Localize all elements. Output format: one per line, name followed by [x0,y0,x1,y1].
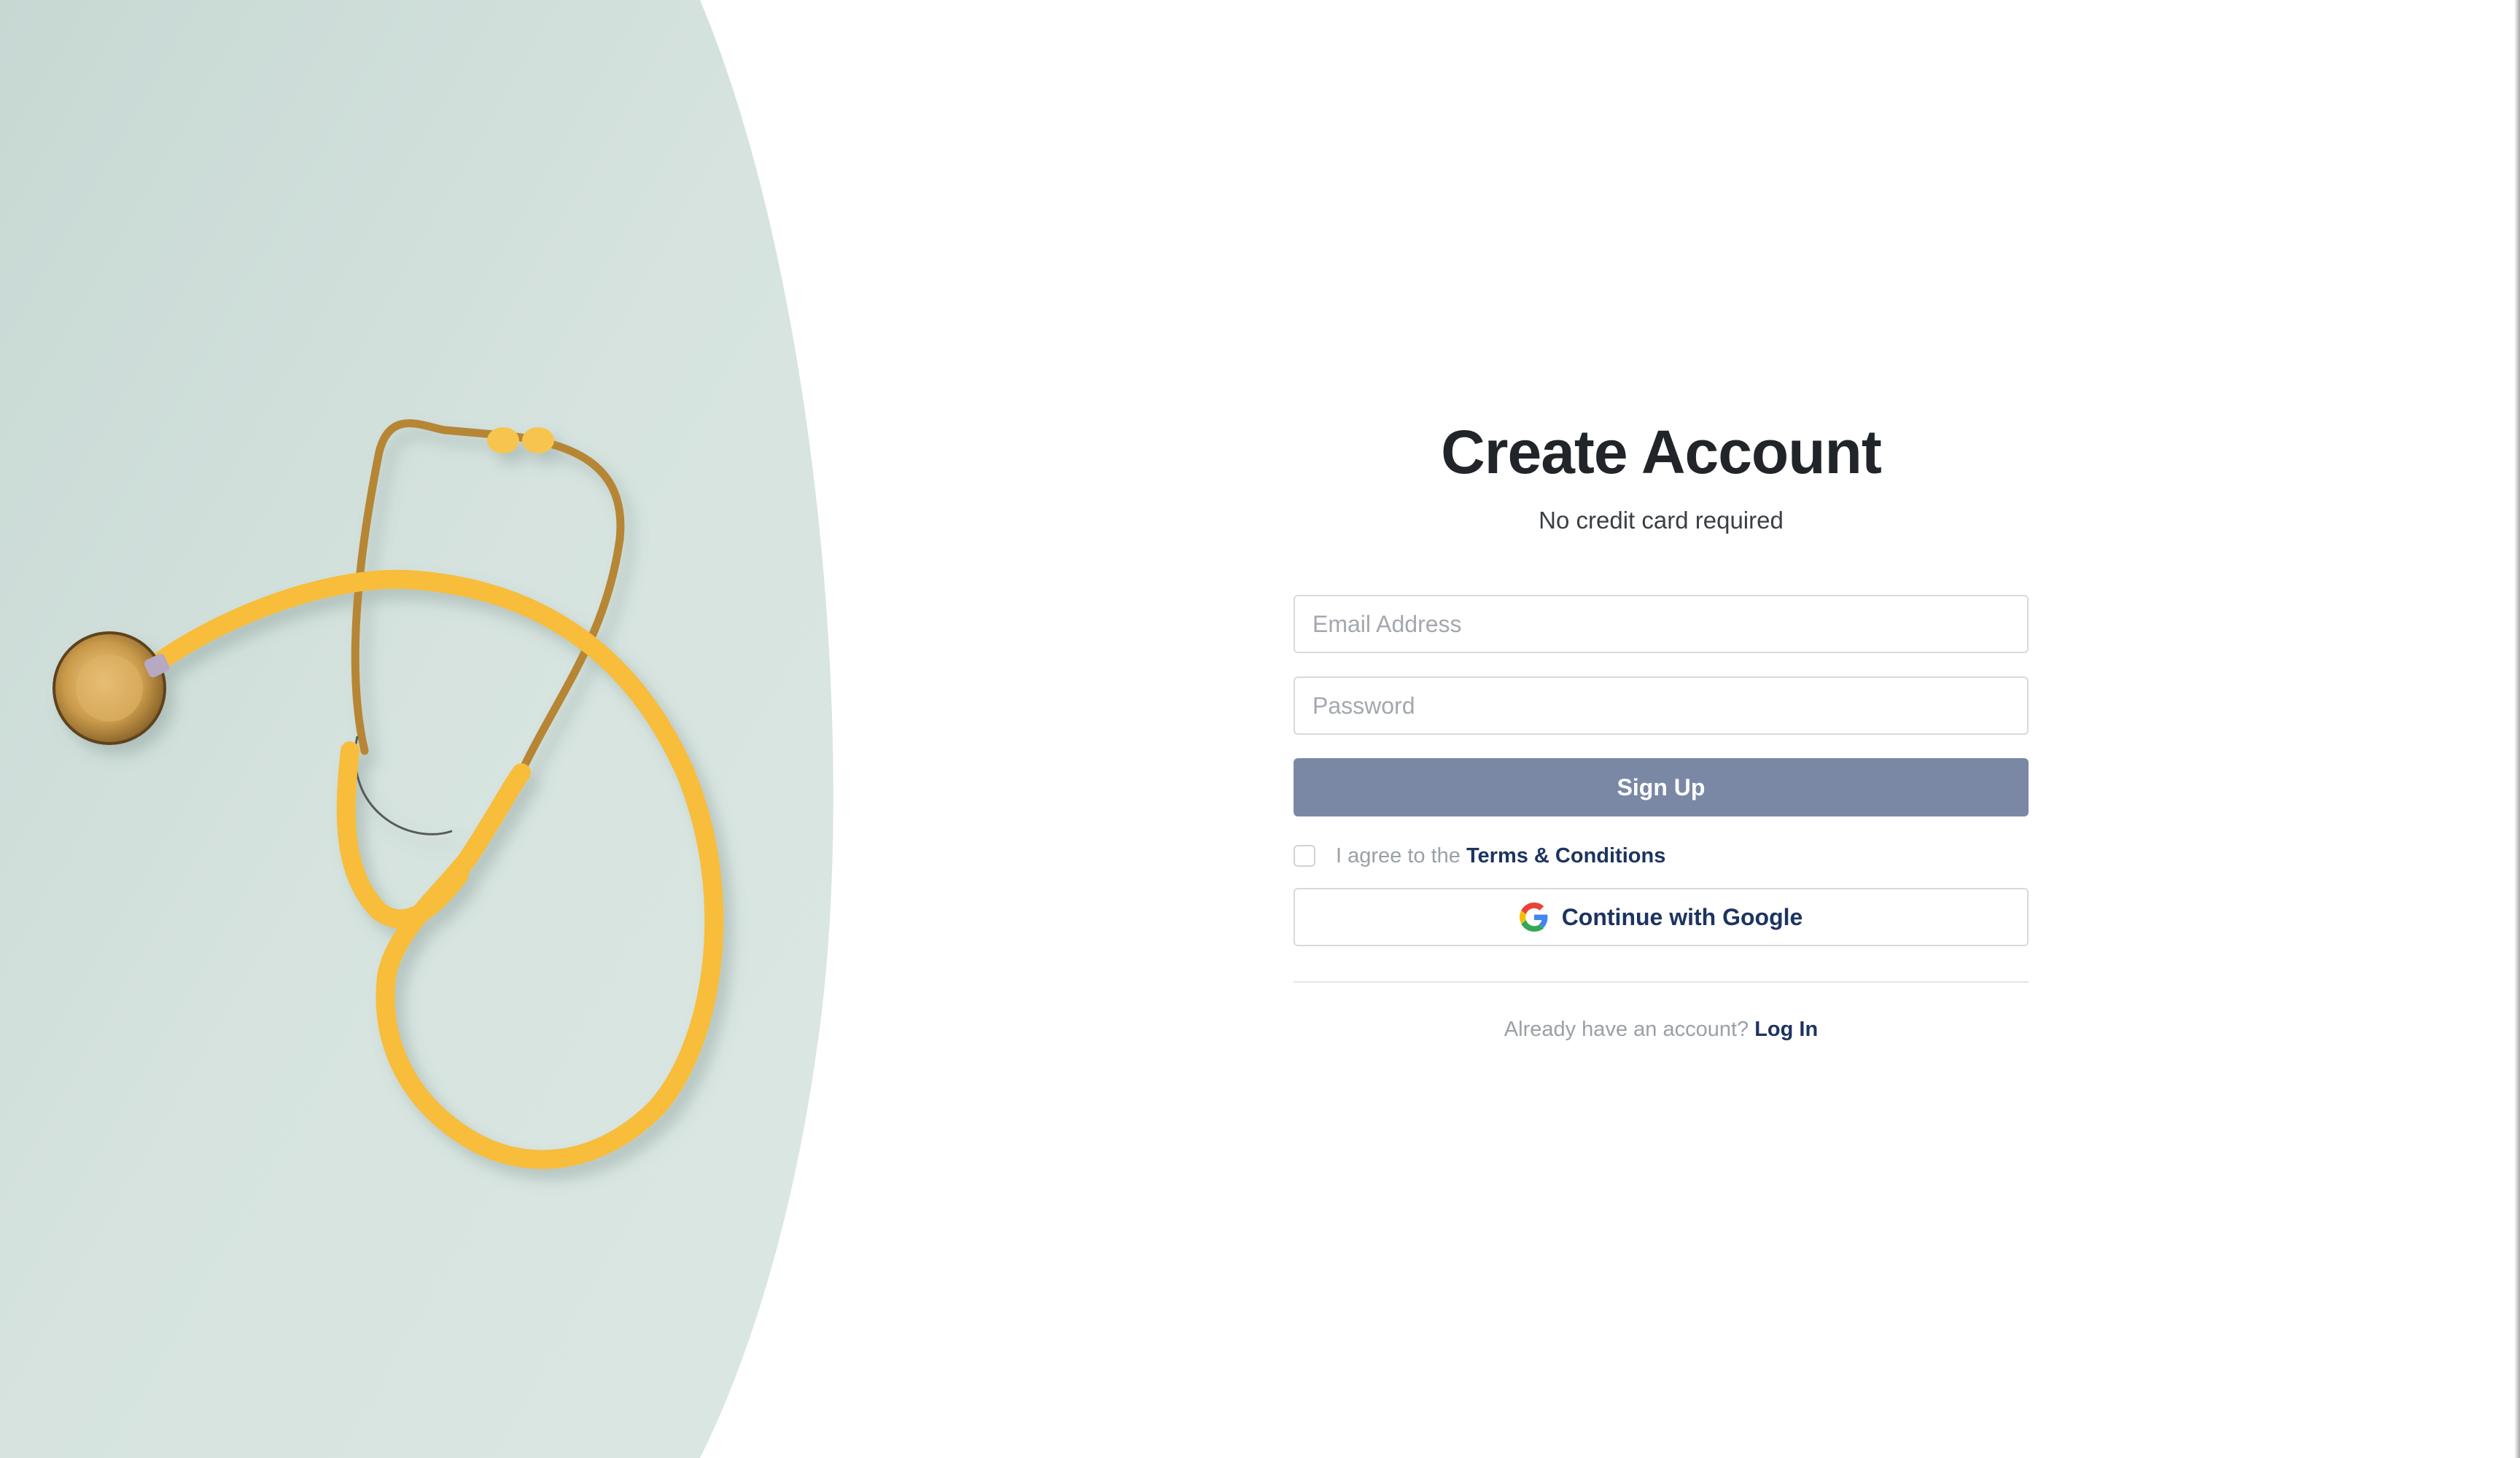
password-field[interactable] [1294,677,2029,735]
sign-up-button[interactable]: Sign Up [1294,758,2029,816]
login-prompt-text: Already have an account? [1504,1018,1749,1041]
page-subtitle: No credit card required [1539,507,1784,534]
terms-checkbox[interactable] [1294,845,1315,867]
terms-prefix: I agree to the [1336,843,1466,868]
page-title: Create Account [1441,418,1882,486]
terms-label: I agree to the Terms & Conditions [1336,844,1665,868]
divider [1294,981,2029,983]
google-button-label: Continue with Google [1561,903,1803,930]
google-icon [1519,903,1548,932]
email-field[interactable] [1294,595,2029,653]
stethoscope-image [0,0,833,1458]
hero-panel [0,0,846,1458]
terms-link[interactable]: Terms & Conditions [1466,844,1665,868]
terms-row: I agree to the Terms & Conditions [1294,841,2029,870]
window-edge-shadow [2514,0,2520,1458]
signup-form: Create Account No credit card required S… [1294,408,2029,1042]
google-signin-button[interactable]: Continue with Google [1294,888,2029,946]
login-prompt: Already have an account? Log In [1294,1018,2029,1042]
login-link[interactable]: Log In [1754,1018,1818,1041]
